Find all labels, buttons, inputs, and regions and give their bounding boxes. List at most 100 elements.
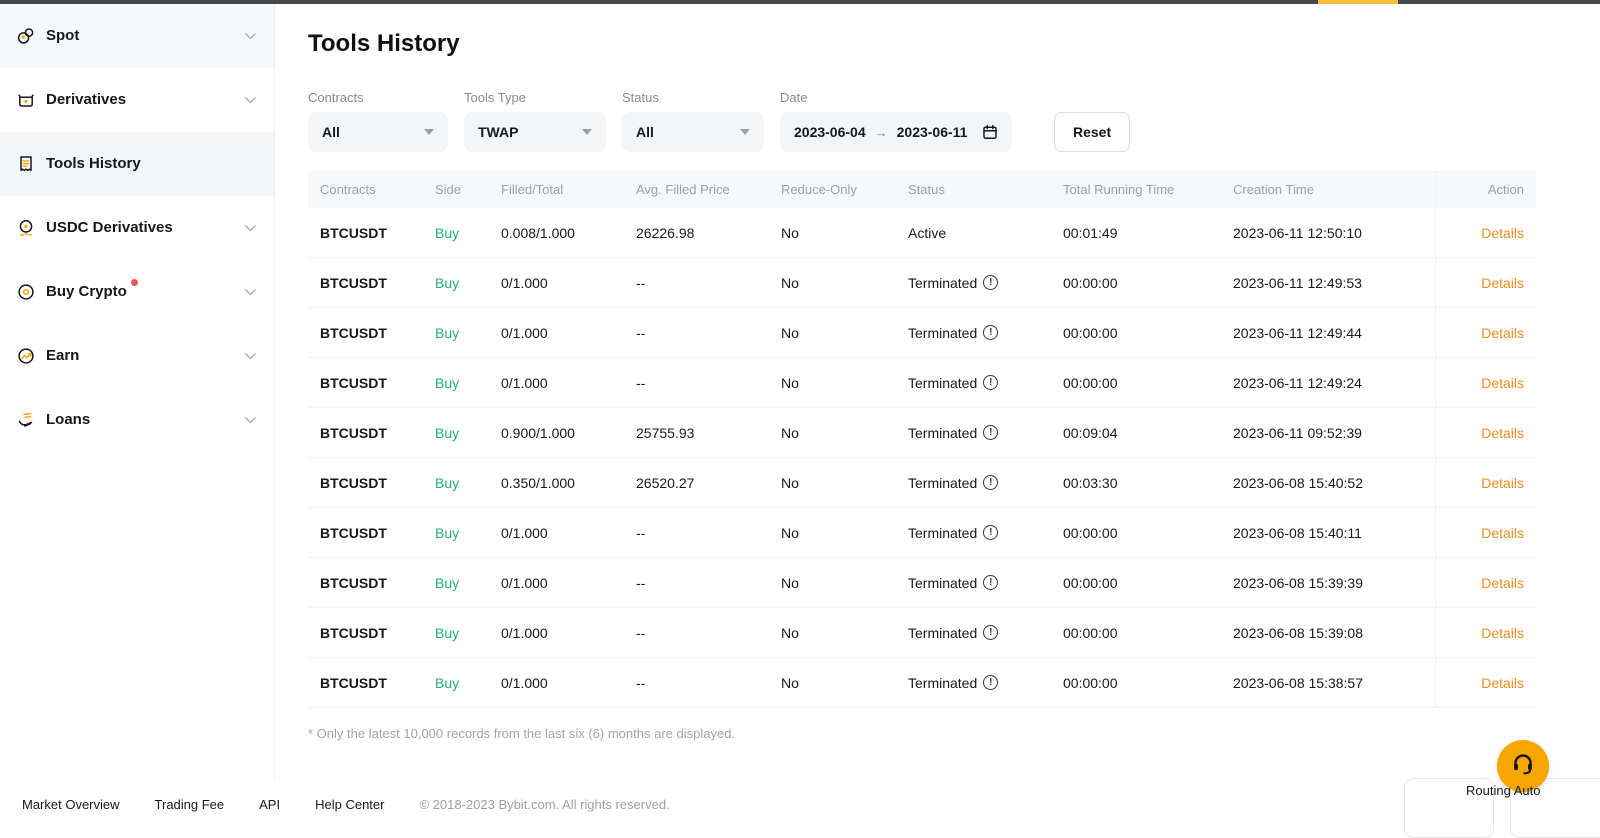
cell-value: Terminated — [908, 575, 977, 591]
sidebar-item-label: Derivatives — [46, 91, 126, 108]
table-row: BTCUSDTBuy0/1.000--NoTerminated!00:00:00… — [308, 508, 1536, 558]
info-circle-icon[interactable]: ! — [983, 575, 998, 590]
details-link[interactable]: Details — [1481, 475, 1524, 491]
cell-action: Details — [1435, 408, 1536, 457]
cell-value: BTCUSDT — [320, 425, 387, 441]
cell-filled-total: 0/1.000 — [489, 658, 624, 707]
info-circle-icon[interactable]: ! — [983, 325, 998, 340]
cell-value: -- — [636, 575, 645, 591]
details-link[interactable]: Details — [1481, 275, 1524, 291]
sidebar-item-earn[interactable]: Earn — [0, 324, 274, 388]
cell-side: Buy — [423, 308, 489, 357]
column-header-contracts: Contracts — [308, 182, 423, 197]
sidebar-item-loans[interactable]: Loans — [0, 388, 274, 452]
cell-avg-filled-price: 26226.98 — [624, 208, 769, 257]
sidebar-item-label: Spot — [46, 27, 79, 44]
cell-value: 00:00:00 — [1063, 625, 1118, 641]
cell-value: 00:00:00 — [1063, 375, 1118, 391]
cell-side: Buy — [423, 408, 489, 457]
sidebar-item-label: Loans — [46, 411, 90, 428]
cell-value: Buy — [435, 375, 459, 391]
chevron-down-icon — [245, 225, 256, 232]
table-row: BTCUSDTBuy0.900/1.00025755.93NoTerminate… — [308, 408, 1536, 458]
cell-value: Buy — [435, 675, 459, 691]
cell-reduce-only: No — [769, 308, 896, 357]
status-filter: Status All — [622, 90, 764, 152]
top-scrollbar-thumb[interactable] — [1318, 0, 1398, 4]
status-select[interactable]: All — [622, 112, 764, 152]
cell-reduce-only: No — [769, 558, 896, 607]
sidebar-item-usdc-derivatives[interactable]: USDC Derivatives — [0, 196, 274, 260]
cell-avg-filled-price: 25755.93 — [624, 408, 769, 457]
cell-value: 2023-06-11 09:52:39 — [1233, 425, 1362, 441]
cell-value: 25755.93 — [636, 425, 694, 441]
cell-value: BTCUSDT — [320, 325, 387, 341]
cell-value: No — [781, 325, 799, 341]
cell-total-running-time: 00:00:00 — [1051, 658, 1221, 707]
sidebar-item-spot[interactable]: Spot — [0, 4, 274, 68]
sidebar-item-label: Buy Crypto — [46, 283, 127, 300]
date-filter: Date 2023-06-04 → 2023-06-11 — [780, 90, 1012, 152]
details-link[interactable]: Details — [1481, 575, 1524, 591]
details-link[interactable]: Details — [1481, 375, 1524, 391]
info-circle-icon[interactable]: ! — [983, 425, 998, 440]
cell-value: BTCUSDT — [320, 675, 387, 691]
cell-action: Details — [1435, 358, 1536, 407]
info-circle-icon[interactable]: ! — [983, 525, 998, 540]
cell-value: BTCUSDT — [320, 375, 387, 391]
table-body: BTCUSDTBuy0.008/1.00026226.98NoActive00:… — [308, 208, 1536, 708]
cell-value: 2023-06-08 15:40:11 — [1233, 525, 1362, 541]
contracts-select[interactable]: All — [308, 112, 448, 152]
cell-total-running-time: 00:09:04 — [1051, 408, 1221, 457]
details-link[interactable]: Details — [1481, 525, 1524, 541]
details-link[interactable]: Details — [1481, 325, 1524, 341]
cell-reduce-only: No — [769, 458, 896, 507]
sidebar-item-tools-history[interactable]: Tools History — [0, 132, 274, 196]
cell-filled-total: 0/1.000 — [489, 308, 624, 357]
contracts-select-value: All — [322, 124, 340, 140]
cell-value: Buy — [435, 225, 459, 241]
details-link[interactable]: Details — [1481, 675, 1524, 691]
sidebar-item-label: USDC Derivatives — [46, 219, 173, 236]
cell-value: Buy — [435, 475, 459, 491]
cell-value: 0.008/1.000 — [501, 225, 575, 241]
footer-link-api[interactable]: API — [259, 797, 280, 812]
cell-value: Terminated — [908, 325, 977, 341]
cell-contracts: BTCUSDT — [308, 308, 423, 357]
table-row: BTCUSDTBuy0/1.000--NoTerminated!00:00:00… — [308, 658, 1536, 708]
details-link[interactable]: Details — [1481, 225, 1524, 241]
footer-links: Market Overview Trading Fee API Help Center — [22, 797, 419, 812]
cell-value: No — [781, 275, 799, 291]
column-header-filled-total: Filled/Total — [489, 182, 624, 197]
cell-value: -- — [636, 675, 645, 691]
footer-link-trading-fee[interactable]: Trading Fee — [155, 797, 225, 812]
details-link[interactable]: Details — [1481, 625, 1524, 641]
cell-side: Buy — [423, 508, 489, 557]
earn-icon — [16, 346, 36, 366]
notification-dot — [131, 279, 138, 286]
table-row: BTCUSDTBuy0/1.000--NoTerminated!00:00:00… — [308, 258, 1536, 308]
cell-side: Buy — [423, 658, 489, 707]
info-circle-icon[interactable]: ! — [983, 675, 998, 690]
cell-value: Buy — [435, 575, 459, 591]
info-circle-icon[interactable]: ! — [983, 375, 998, 390]
cell-value: 0/1.000 — [501, 525, 548, 541]
cell-value: -- — [636, 325, 645, 341]
cell-value: -- — [636, 375, 645, 391]
details-link[interactable]: Details — [1481, 425, 1524, 441]
info-circle-icon[interactable]: ! — [983, 275, 998, 290]
tools-type-select[interactable]: TWAP — [464, 112, 606, 152]
cell-creation-time: 2023-06-08 15:39:39 — [1221, 558, 1435, 607]
info-circle-icon[interactable]: ! — [983, 625, 998, 640]
date-range-picker[interactable]: 2023-06-04 → 2023-06-11 — [780, 112, 1012, 152]
info-circle-icon[interactable]: ! — [983, 475, 998, 490]
footer-link-market-overview[interactable]: Market Overview — [22, 797, 120, 812]
footer-link-help-center[interactable]: Help Center — [315, 797, 384, 812]
cell-creation-time: 2023-06-08 15:38:57 — [1221, 658, 1435, 707]
cell-value: Terminated — [908, 475, 977, 491]
reset-button[interactable]: Reset — [1054, 112, 1130, 152]
cell-value: 00:01:49 — [1063, 225, 1118, 241]
sidebar-item-derivatives[interactable]: Derivatives — [0, 68, 274, 132]
sidebar-item-buy-crypto[interactable]: Buy Crypto — [0, 260, 274, 324]
cell-action: Details — [1435, 558, 1536, 607]
